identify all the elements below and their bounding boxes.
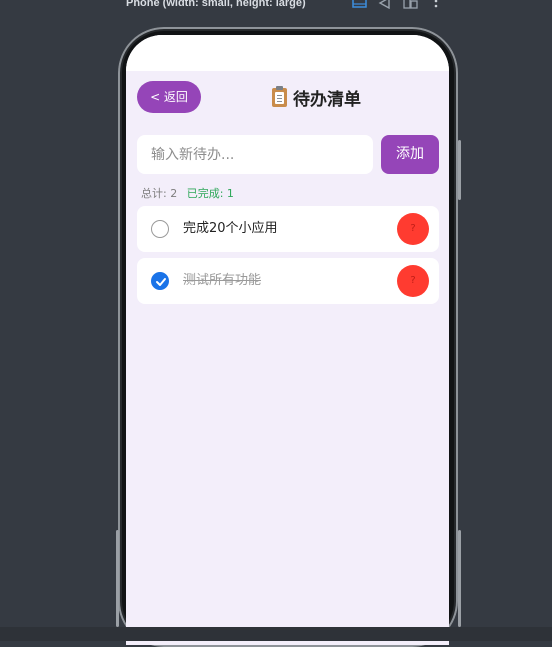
clipboard-icon xyxy=(272,85,287,107)
todo-text: 测试所有功能 xyxy=(183,273,262,288)
completed-count: 已完成: 1 xyxy=(186,187,234,200)
delete-button[interactable]: ? xyxy=(397,265,429,297)
more-icon[interactable] xyxy=(434,0,438,11)
side-button-left xyxy=(116,530,119,627)
preview-toolbar: Phone (width: small, height: large) xyxy=(0,0,552,12)
total-count: 总计: 2 xyxy=(141,187,178,200)
back-button[interactable]: < 返回 xyxy=(137,81,201,113)
todo-item: 测试所有功能 ? xyxy=(137,258,439,304)
app-screen: < 返回 待办清单 添加 总计: 2 已完成: 1 完成20个小应用 ? 测试所… xyxy=(126,35,449,645)
side-button xyxy=(458,530,461,627)
page-header: 待办清单 xyxy=(272,84,361,110)
volume-button xyxy=(458,140,461,200)
todo-item: 完成20个小应用 ? xyxy=(137,206,439,252)
todo-text: 完成20个小应用 xyxy=(183,221,278,236)
delete-button[interactable]: ? xyxy=(397,213,429,245)
stats-bar: 总计: 2 已完成: 1 xyxy=(141,185,234,201)
layout-icon[interactable] xyxy=(352,0,367,11)
checkbox-unchecked[interactable] xyxy=(151,220,169,238)
status-bar xyxy=(126,35,449,71)
add-button[interactable]: 添加 xyxy=(381,135,439,174)
check-icon xyxy=(156,278,166,286)
multi-device-icon[interactable] xyxy=(403,0,418,11)
bottom-strip xyxy=(0,627,552,641)
new-todo-input[interactable] xyxy=(137,135,373,174)
checkbox-checked[interactable] xyxy=(151,272,169,290)
device-label: Phone (width: small, height: large) xyxy=(126,0,306,9)
rotate-icon[interactable] xyxy=(378,0,391,11)
page-title: 待办清单 xyxy=(293,89,361,110)
